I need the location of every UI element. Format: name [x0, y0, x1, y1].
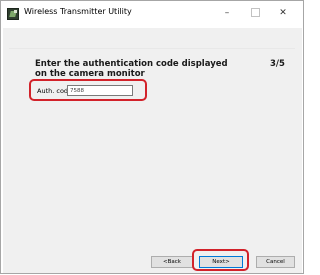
next-button-highlight — [192, 249, 249, 271]
step-indicator: 3/5 — [270, 59, 285, 69]
maximize-icon — [250, 8, 260, 17]
close-button[interactable]: ✕ — [269, 4, 297, 22]
back-button[interactable]: <Back — [151, 256, 193, 268]
minimize-button[interactable]: – — [213, 4, 241, 22]
app-icon — [7, 8, 19, 20]
page-title: Enter the authentication code displayed … — [35, 59, 228, 79]
cancel-button[interactable]: Cancel — [256, 256, 295, 268]
window-title: Wireless Transmitter Utility — [24, 7, 132, 16]
title-bar[interactable]: Wireless Transmitter Utility – ✕ — [1, 1, 303, 27]
auth-code-input[interactable] — [67, 85, 133, 96]
app-window: Wireless Transmitter Utility – ✕ Enter t… — [0, 0, 304, 274]
maximize-button — [241, 4, 269, 22]
